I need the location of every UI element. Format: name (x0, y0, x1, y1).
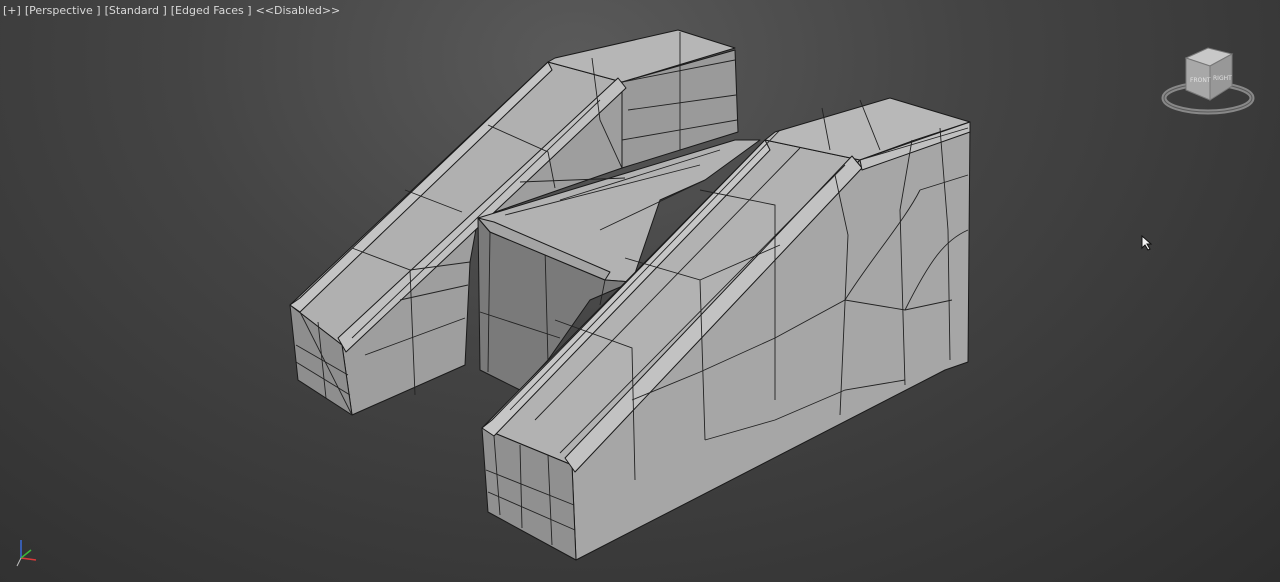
viewcube-right-label: RIGHT (1213, 75, 1232, 82)
mesh-scene[interactable] (0, 0, 1280, 582)
perspective-viewport[interactable]: [+] [Perspective ] [Standard ] [Edged Faces… (0, 0, 1280, 582)
viewcube-front-label: FRONT (1190, 77, 1211, 84)
viewcube-icon[interactable]: FRONT RIGHT (1160, 40, 1256, 120)
xyz-axis-tripod-icon (14, 536, 44, 570)
mouse-cursor-icon (1141, 234, 1153, 251)
